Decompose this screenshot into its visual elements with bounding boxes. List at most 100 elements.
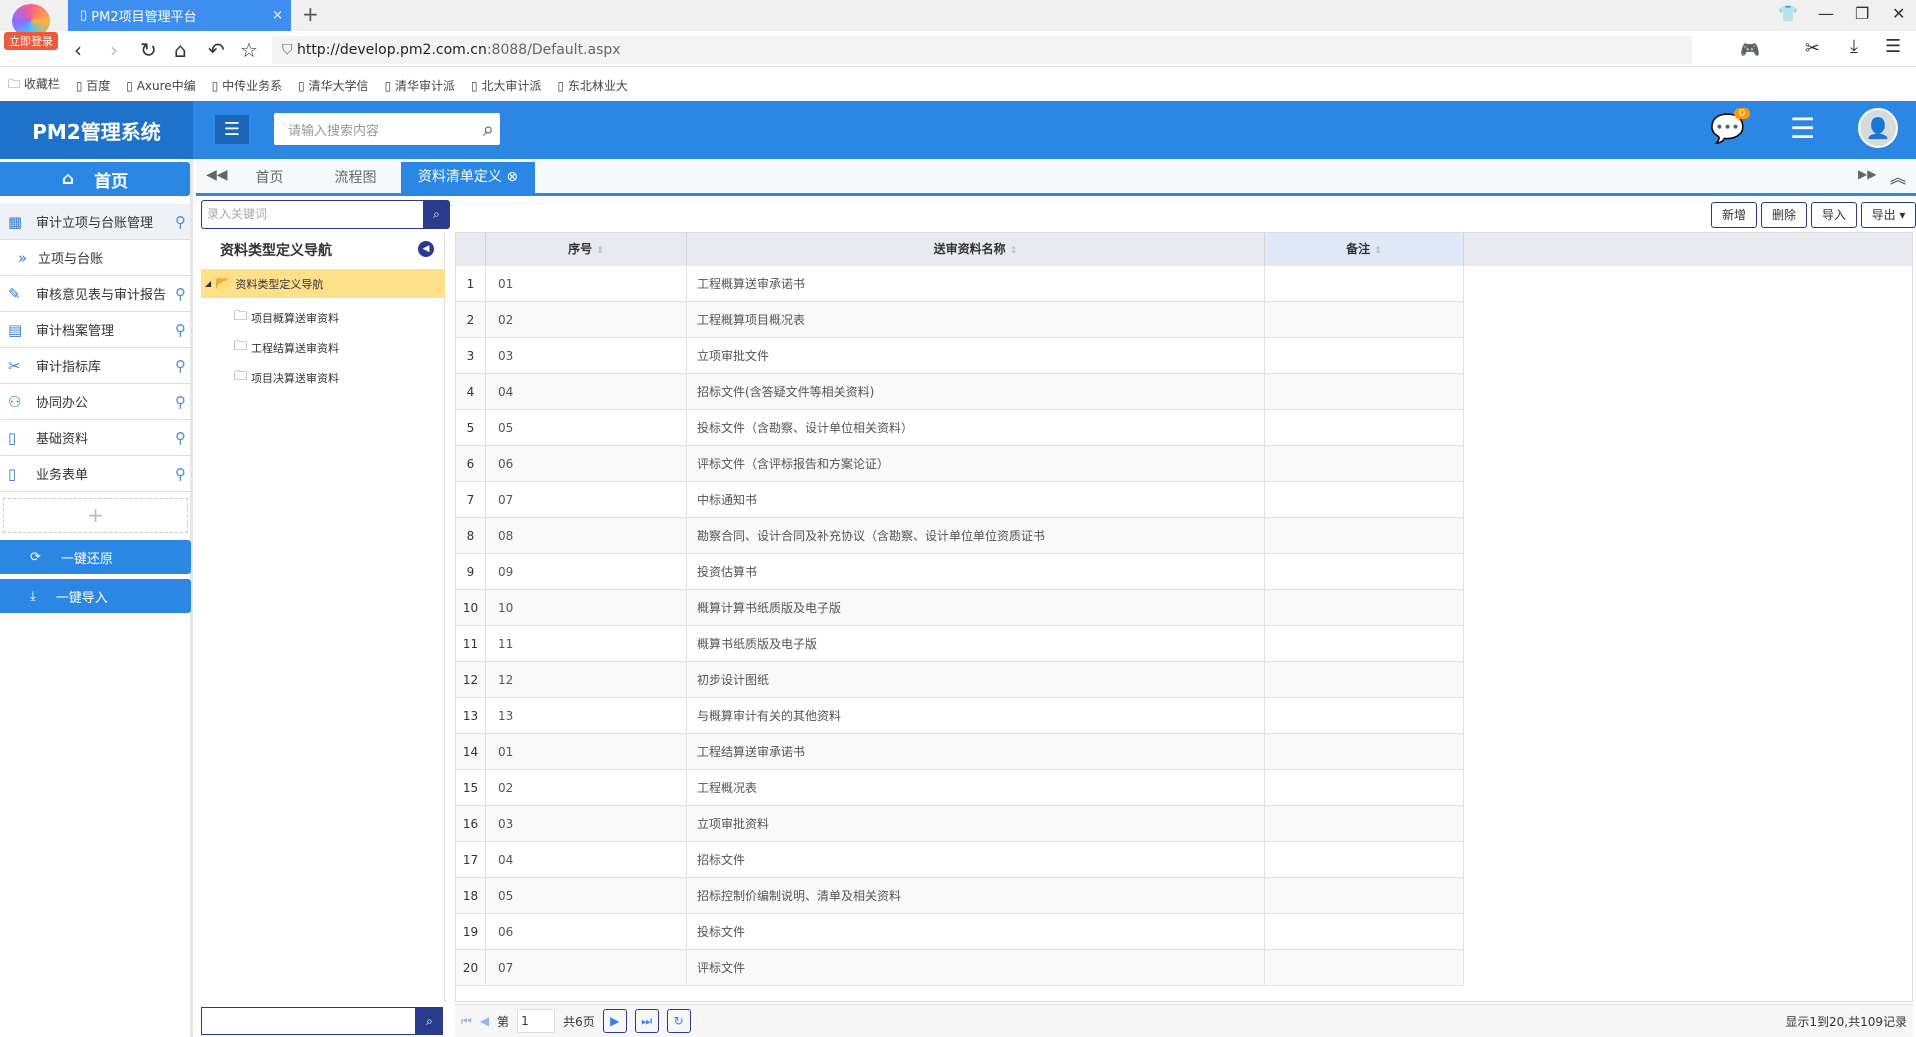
tree-node-root[interactable]: ◢📂资料类型定义导航 <box>201 269 445 298</box>
restore-all-button[interactable]: ⟳一键还原 <box>0 540 191 574</box>
user-settings-icon[interactable]: ⚲ <box>175 357 186 375</box>
close-window-button[interactable]: ✕ <box>1892 4 1905 23</box>
tabs-scroll-left-icon[interactable]: ◀◀ <box>206 167 228 183</box>
bookmark-item[interactable]: ▯ 百度 <box>76 77 110 94</box>
tree-search-input[interactable]: 录入关键词 <box>201 200 423 229</box>
back-icon[interactable]: ‹ <box>74 38 82 62</box>
user-settings-icon[interactable]: ⚲ <box>175 393 186 411</box>
new-tab-button[interactable]: + <box>302 2 319 26</box>
bookmark-item[interactable]: 🗀 收藏栏 <box>8 75 60 96</box>
skin-icon[interactable]: 👕 <box>1778 4 1798 23</box>
expand-icon[interactable]: ◢ <box>205 279 211 288</box>
delete-button[interactable]: 删除 <box>1761 202 1807 228</box>
table-row[interactable]: 1401工程结算送审承诺书 <box>456 734 1464 770</box>
table-row[interactable]: 1313与概算审计有关的其他资料 <box>456 698 1464 734</box>
refresh-button[interactable]: ↻ <box>667 1009 691 1033</box>
export-dropdown[interactable]: 导出 ▾ <box>1861 202 1916 228</box>
table-row[interactable]: 1704招标文件 <box>456 842 1464 878</box>
collapse-up-icon[interactable]: ︽ <box>1890 164 1906 188</box>
table-row[interactable]: 1805招标控制价编制说明、清单及相关资料 <box>456 878 1464 914</box>
table-row[interactable]: 1502工程概况表 <box>456 770 1464 806</box>
sidebar-item[interactable]: »立项与台账 <box>0 240 190 276</box>
import-all-button[interactable]: ⤓一键导入 <box>0 579 191 613</box>
table-row[interactable]: 1212初步设计图纸 <box>456 662 1464 698</box>
undo-icon[interactable]: ↶ <box>208 38 225 62</box>
first-page-icon[interactable]: ⏮ <box>461 1014 472 1029</box>
bookmark-item[interactable]: ▯ 东北林业大 <box>557 77 627 94</box>
forward-icon[interactable]: › <box>110 38 118 62</box>
table-row[interactable]: 1603立项审批资料 <box>456 806 1464 842</box>
column-header-remark[interactable]: 备注 ⇕ <box>1265 233 1464 266</box>
table-row[interactable]: 808勘察合同、设计合同及补充协议（含勘察、设计单位单位资质证书 <box>456 518 1464 554</box>
scissors-icon[interactable]: ✂ <box>1805 38 1820 59</box>
table-row[interactable]: 303立项审批文件 <box>456 338 1464 374</box>
search-icon[interactable]: ⌕ <box>423 200 450 229</box>
table-row[interactable]: 1010概算计算书纸质版及电子版 <box>456 590 1464 626</box>
last-page-button[interactable]: ⏭ <box>635 1009 659 1033</box>
table-row[interactable]: 505投标文件（含勘察、设计单位相关资料） <box>456 410 1464 446</box>
browser-menu-icon[interactable]: ☰ <box>1885 36 1901 57</box>
close-tab-icon[interactable]: × <box>272 8 283 23</box>
tree-node[interactable]: 🗀工程结算送审资料 <box>234 337 339 359</box>
sidebar-item[interactable]: ✎审核意见表与审计报告⚲ <box>0 276 190 312</box>
collapse-panel-icon[interactable]: ◀ <box>418 241 434 257</box>
bookmark-item[interactable]: ▯ Axure中编 <box>126 77 195 94</box>
sidebar-item[interactable]: ▯业务表单⚲ <box>0 456 190 492</box>
global-search-input[interactable]: 请输入搜索内容⌕ <box>274 113 500 145</box>
table-row[interactable]: 202工程概算项目概况表 <box>456 302 1464 338</box>
download-icon[interactable]: ⤓ <box>1850 36 1858 57</box>
table-row[interactable]: 1906投标文件 <box>456 914 1464 950</box>
sidebar-item[interactable]: ⚇协同办公⚲ <box>0 384 190 420</box>
next-page-button[interactable]: ▶ <box>603 1009 627 1033</box>
search-icon[interactable]: ⌕ <box>483 117 494 141</box>
star-icon[interactable]: ☆ <box>240 38 258 62</box>
sidebar-item[interactable]: ✂审计指标库⚲ <box>0 348 190 384</box>
menu-toggle-button[interactable]: ☰ <box>215 115 249 144</box>
table-row[interactable]: 1111概算书纸质版及电子版 <box>456 626 1464 662</box>
hamburger-icon[interactable]: ☰ <box>1790 112 1815 145</box>
table-row[interactable]: 101工程概算送审承诺书 <box>456 266 1464 302</box>
sort-icon[interactable]: ⇕ <box>1010 246 1018 256</box>
browser-tab[interactable]: ▯ PM2项目管理平台× <box>68 0 291 31</box>
table-row[interactable]: 606评标文件（含评标报告和方案论证） <box>456 446 1464 482</box>
home-icon[interactable]: ⌂ <box>174 38 187 62</box>
bookmark-item[interactable]: ▯ 清华大学信 <box>298 77 368 94</box>
add-button[interactable]: 新增 <box>1711 202 1757 228</box>
import-button[interactable]: 导入 <box>1811 202 1857 228</box>
reload-icon[interactable]: ↻ <box>140 38 157 62</box>
user-settings-icon[interactable]: ⚲ <box>175 213 186 231</box>
sort-icon[interactable]: ⇕ <box>1374 246 1382 256</box>
sidebar-item[interactable]: ▦审计立项与台账管理⚲ <box>0 204 190 240</box>
bookmark-item[interactable]: ▯ 清华审计派 <box>385 77 455 94</box>
column-header-name[interactable]: 送审资料名称 ⇕ <box>687 233 1265 266</box>
table-row[interactable]: 707中标通知书 <box>456 482 1464 518</box>
bookmark-item[interactable]: ▯ 北大审计派 <box>471 77 541 94</box>
user-settings-icon[interactable]: ⚲ <box>175 465 186 483</box>
avatar[interactable]: 👤 <box>1858 108 1898 148</box>
table-row[interactable]: 2007评标文件 <box>456 950 1464 986</box>
sidebar-home-button[interactable]: ⌂首页 <box>0 162 190 196</box>
prev-page-icon[interactable]: ◀ <box>480 1014 489 1028</box>
login-button[interactable]: 立即登录 <box>4 32 58 50</box>
sidebar-item[interactable]: ▤审计档案管理⚲ <box>0 312 190 348</box>
browser-logo[interactable]: 立即登录 <box>4 4 58 60</box>
table-row[interactable]: 909投资估算书 <box>456 554 1464 590</box>
sort-icon[interactable]: ⇕ <box>596 246 604 256</box>
user-settings-icon[interactable]: ⚲ <box>175 429 186 447</box>
restore-button[interactable]: ❐ <box>1855 4 1869 23</box>
tab-material-list[interactable]: 资料清单定义 ⊗ <box>401 162 535 193</box>
sidebar-item[interactable]: ▯基础资料⚲ <box>0 420 190 456</box>
bookmark-item[interactable]: ▯ 中传业务系 <box>212 77 282 94</box>
column-header-seq[interactable]: 序号 ⇕ <box>486 233 687 266</box>
search-icon[interactable]: ⌕ <box>416 1007 443 1035</box>
tabs-scroll-right-icon[interactable]: ▶▶ <box>1858 167 1876 181</box>
tree-node[interactable]: 🗀项目决算送审资料 <box>234 367 339 389</box>
close-tab-icon[interactable]: ⊗ <box>506 169 518 185</box>
add-menu-button[interactable]: + <box>3 498 188 533</box>
tab-flowchart[interactable]: 流程图 <box>318 164 393 193</box>
page-input[interactable]: 1 <box>517 1009 555 1033</box>
tree-node[interactable]: 🗀项目概算送审资料 <box>234 307 339 329</box>
tab-home[interactable]: 首页 <box>232 164 307 193</box>
minimize-button[interactable]: — <box>1818 4 1834 23</box>
game-icon[interactable]: 🎮 <box>1740 40 1760 59</box>
